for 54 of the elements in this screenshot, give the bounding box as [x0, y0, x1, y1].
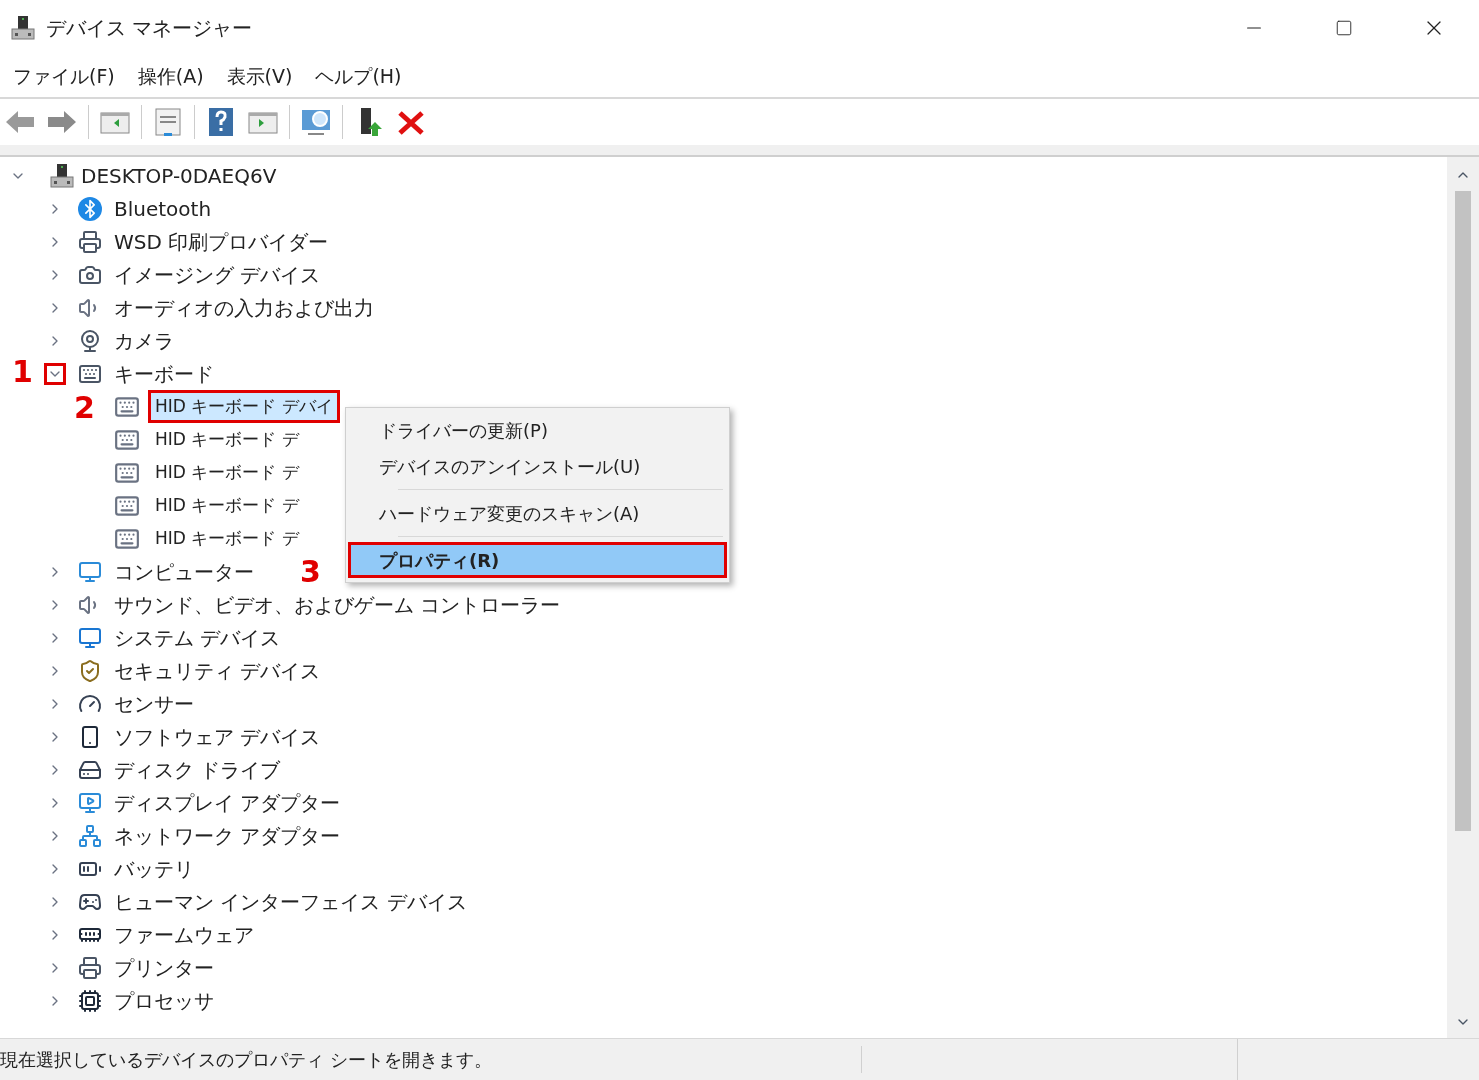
tree-item[interactable]: ディスク ドライブ: [114, 754, 281, 785]
step-number: 3: [300, 557, 321, 587]
tree-item[interactable]: キーボード: [114, 358, 214, 389]
tree-item[interactable]: WSD 印刷プロバイダー: [114, 226, 329, 257]
network-icon: [78, 823, 102, 848]
context-menu-item[interactable]: ドライバーの更新(P): [348, 412, 727, 448]
tree-item[interactable]: バッテリ: [114, 853, 194, 884]
computer-icon: [10, 14, 36, 41]
tree-item[interactable]: イメージング デバイス: [114, 259, 321, 290]
tree-item[interactable]: オーディオの入力および出力: [114, 292, 374, 323]
monitor-icon: [78, 559, 102, 584]
tree-item[interactable]: HID キーボード デ: [148, 489, 306, 522]
step-number: 2: [74, 393, 95, 423]
tree-item[interactable]: ディスプレイ アダプター: [114, 787, 341, 818]
tree-item[interactable]: セキュリティ デバイス: [114, 655, 321, 686]
scrollbar[interactable]: [1447, 157, 1479, 1038]
monitor-icon: [78, 625, 102, 650]
tree-item[interactable]: Bluetooth: [114, 193, 212, 224]
bluetooth-icon: [78, 196, 102, 221]
tree-item[interactable]: HID キーボード デ: [148, 522, 306, 555]
tree-item[interactable]: ソフトウェア デバイス: [114, 721, 321, 752]
chip-icon: [78, 988, 102, 1013]
window-title: デバイス マネージャー: [46, 14, 253, 42]
computer-icon: [49, 162, 75, 189]
context-menu-item[interactable]: デバイスのアンインストール(U): [348, 448, 727, 484]
printer-icon: [78, 229, 102, 254]
tree-item[interactable]: システム デバイス: [114, 622, 281, 653]
tree-item[interactable]: プロセッサ: [114, 985, 214, 1016]
tree-item[interactable]: ヒューマン インターフェイス デバイス: [114, 886, 467, 917]
menu-item[interactable]: ファイル(F): [4, 61, 124, 91]
webcam-icon: [78, 328, 102, 353]
printer-icon: [78, 955, 102, 980]
tree-item[interactable]: サウンド、ビデオ、およびゲーム コントローラー: [114, 589, 561, 620]
status-text: 現在選択しているデバイスのプロパティ シートを開きます。: [0, 1046, 862, 1073]
properties-icon[interactable]: [152, 106, 184, 138]
tree-item[interactable]: HID キーボード デ: [148, 423, 306, 456]
tree-item[interactable]: HID キーボード デバイ: [148, 390, 340, 423]
tree-item[interactable]: ネットワーク アダプター: [114, 820, 341, 851]
tree-item[interactable]: センサー: [114, 688, 194, 719]
tree-item[interactable]: コンピューター: [114, 556, 254, 587]
display-adapter-icon: [78, 790, 102, 815]
context-menu-item[interactable]: プロパティ(R): [348, 542, 727, 578]
menu-item[interactable]: 表示(V): [217, 61, 302, 91]
menu-item[interactable]: ヘルプ(H): [306, 61, 411, 91]
tree-item[interactable]: カメラ: [114, 325, 174, 356]
tree-item[interactable]: DESKTOP-0DAEQ6V: [81, 160, 277, 191]
tree-item[interactable]: プリンター: [114, 952, 214, 983]
tree-item[interactable]: ファームウェア: [114, 919, 254, 950]
menu-item[interactable]: 操作(A): [128, 61, 213, 91]
context-menu-item[interactable]: ハードウェア変更のスキャン(A): [348, 495, 727, 531]
collapse-chevron-icon[interactable]: [44, 362, 66, 385]
step-number: 1: [12, 357, 33, 387]
security-icon: [78, 658, 102, 683]
tree-item[interactable]: HID キーボード デ: [148, 456, 306, 489]
